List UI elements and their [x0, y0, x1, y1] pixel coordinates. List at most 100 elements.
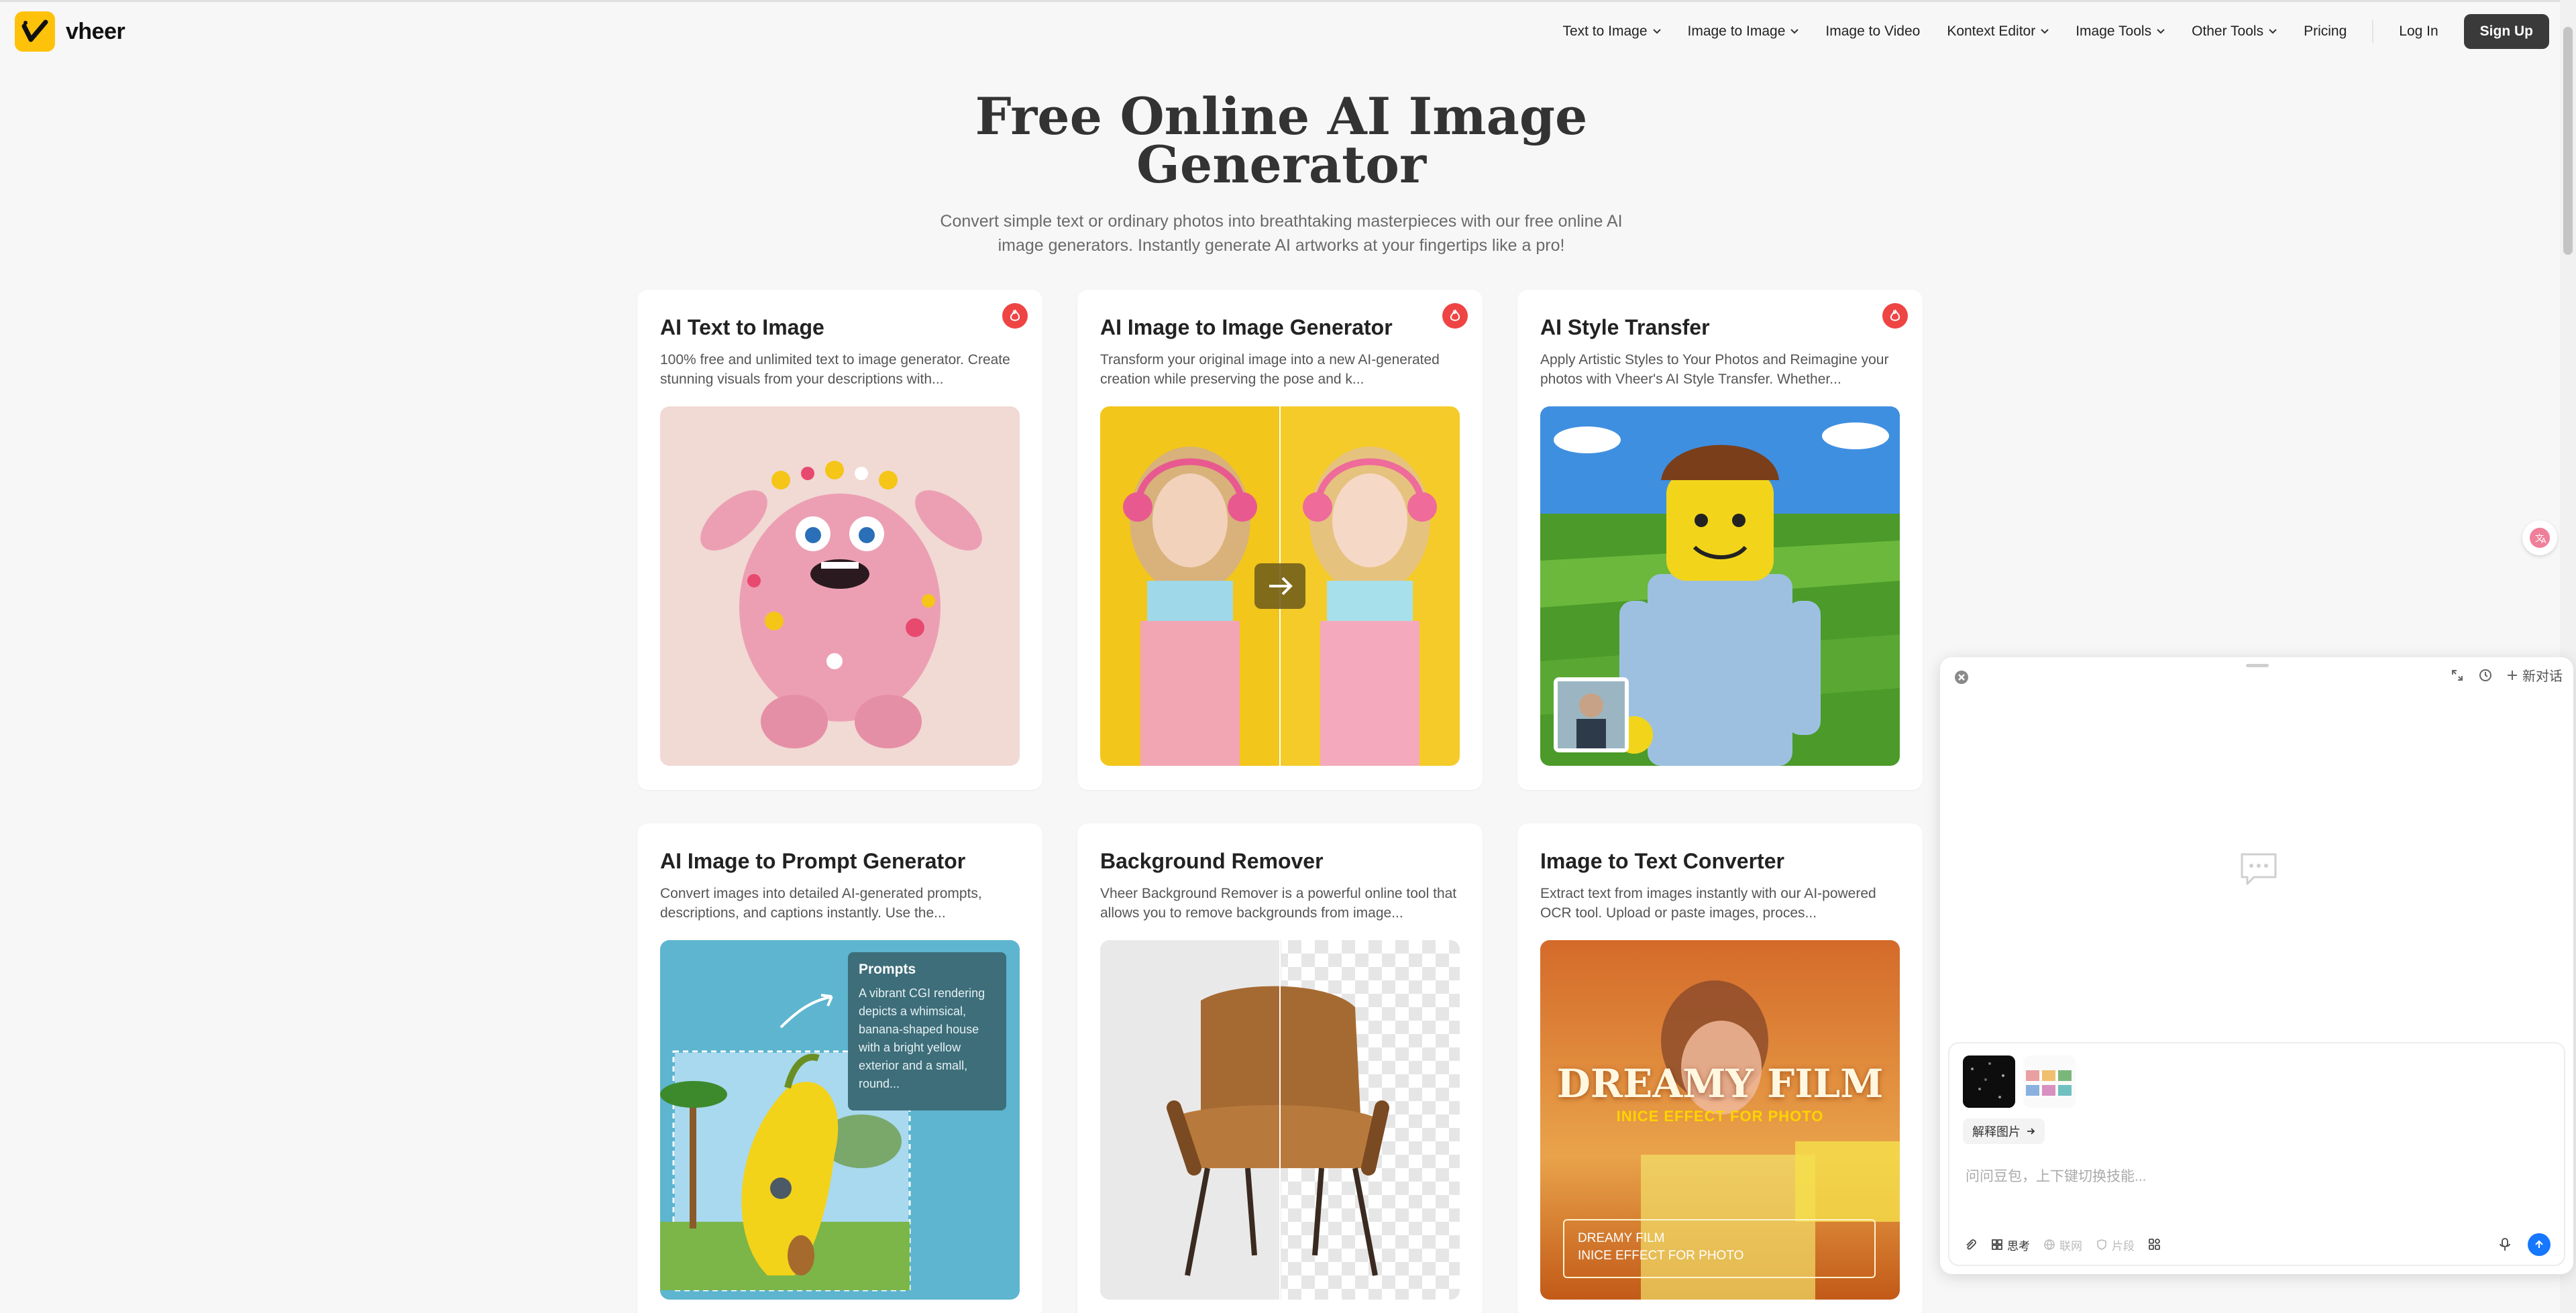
nav-label: Kontext Editor — [1947, 23, 2036, 39]
nav-label: Image Tools — [2076, 23, 2152, 39]
think-toggle[interactable]: 思考 — [1991, 1237, 2030, 1253]
svg-text:A: A — [2541, 536, 2546, 545]
chat-toolbar: 思考 联网 片段 — [1963, 1233, 2551, 1257]
web-search-toggle[interactable]: 联网 — [2043, 1237, 2082, 1253]
nav-image-to-video[interactable]: Image to Video — [1825, 23, 1920, 40]
nav-image-tools[interactable]: Image Tools — [2076, 23, 2165, 40]
nav-other-tools[interactable]: Other Tools — [2192, 23, 2277, 40]
dreamy-film-image: DREAMY FILM INICE EFFECT FOR PHOTO DREAM… — [1540, 940, 1900, 1300]
prompt-overlay-heading: Prompts — [859, 962, 916, 977]
nav-label: Text to Image — [1562, 23, 1648, 39]
card-description: Convert images into detailed AI-generate… — [660, 886, 982, 921]
hot-badge-icon — [1442, 303, 1468, 329]
translate-icon: 文 A — [2530, 528, 2550, 548]
card-description: Extract text from images instantly with … — [1540, 886, 1876, 921]
translate-float-button[interactable]: 文 A — [2522, 520, 2557, 555]
tool-card-image-to-image[interactable]: AI Image to Image Generator Transform yo… — [1077, 290, 1483, 790]
new-chat-button[interactable]: 新对话 — [2506, 665, 2563, 685]
paperclip-icon[interactable] — [1963, 1237, 1978, 1252]
brand-name: vheer — [66, 18, 125, 44]
nav-kontext-editor[interactable]: Kontext Editor — [1947, 23, 2049, 40]
empty-chat-icon — [2241, 853, 2277, 885]
explain-image-label: 解释图片 — [1972, 1125, 2021, 1139]
prompt-overlay-card: Prompts A vibrant CGI rendering depicts … — [848, 952, 1006, 1110]
banana-house-image: Prompts A vibrant CGI rendering depicts … — [660, 940, 1020, 1300]
nav-pricing[interactable]: Pricing — [2304, 23, 2347, 40]
grid-icon — [1992, 1239, 2002, 1250]
nav-label: Other Tools — [2192, 23, 2264, 39]
web-search-label: 联网 — [2059, 1239, 2082, 1253]
ocr-line: INICE EFFECT FOR PHOTO — [1578, 1249, 1744, 1263]
microphone-icon[interactable] — [2498, 1237, 2512, 1252]
globe-icon — [2044, 1239, 2055, 1250]
prompt-overlay-body: A vibrant CGI rendering depicts a whimsi… — [859, 986, 985, 1090]
arrow-right-icon — [2027, 1128, 2035, 1135]
tool-card-background-remover[interactable]: Background Remover Vheer Background Remo… — [1077, 823, 1483, 1313]
drag-handle[interactable] — [2246, 664, 2269, 667]
page-title: Free Online AI Image Generator — [872, 91, 1690, 190]
plus-icon — [2508, 670, 2517, 680]
think-label: 思考 — [2007, 1239, 2030, 1253]
signup-button[interactable]: Sign Up — [2463, 14, 2549, 49]
shield-icon — [2097, 1239, 2106, 1250]
nav-text-to-image[interactable]: Text to Image — [1562, 23, 1661, 40]
arrow-up-icon — [2535, 1240, 2543, 1248]
chevron-down-icon — [2041, 29, 2049, 34]
card-description: 100% free and unlimited text to image ge… — [660, 352, 1010, 387]
top-navbar: vheer Text to Image Image to Image Image… — [0, 0, 2576, 59]
chevron-down-icon — [1790, 29, 1799, 34]
tool-card-style-transfer[interactable]: AI Style Transfer Apply Artistic Styles … — [1517, 290, 1923, 790]
card-title: AI Text to Image — [660, 315, 824, 339]
send-button[interactable] — [2528, 1233, 2551, 1256]
close-icon[interactable] — [1953, 669, 1970, 685]
main-nav: Text to Image Image to Image Image to Vi… — [1536, 14, 2549, 49]
nav-label: Image to Image — [1687, 23, 1786, 39]
card-title: Background Remover — [1100, 849, 1324, 873]
card-description: Vheer Background Remover is a powerful o… — [1100, 886, 1457, 921]
attachment-thumbnail[interactable] — [1963, 1055, 2015, 1108]
tool-card-image-to-prompt[interactable]: AI Image to Prompt Generator Convert ima… — [637, 823, 1042, 1313]
scrollbar-thumb[interactable] — [2563, 27, 2573, 255]
assistant-chat-panel: 新对话 解释图片 问问豆包，上下键切换技能... 思考 联网 片段 — [1940, 657, 2573, 1274]
ocr-result-box: DREAMY FILM INICE EFFECT FOR PHOTO — [1563, 1219, 1876, 1278]
brand-logo[interactable]: vheer — [15, 11, 125, 52]
nav-divider — [2372, 20, 2374, 43]
dreamy-subtitle-text: INICE EFFECT FOR PHOTO — [1616, 1108, 1824, 1125]
lego-man-image — [1540, 406, 1900, 766]
card-description: Transform your original image into a new… — [1100, 352, 1440, 387]
tool-card-text-to-image[interactable]: AI Text to Image 100% free and unlimited… — [637, 290, 1042, 790]
card-title: AI Image to Image Generator — [1100, 315, 1393, 339]
card-title: AI Style Transfer — [1540, 315, 1710, 339]
history-icon[interactable] — [2478, 668, 2493, 683]
login-link[interactable]: Log In — [2399, 23, 2438, 40]
ocr-line: DREAMY FILM — [1578, 1231, 1665, 1245]
leather-chair-image — [1100, 940, 1460, 1300]
chevron-down-icon — [2269, 29, 2277, 34]
pink-monster-image — [660, 406, 1020, 766]
explain-image-chip[interactable]: 解释图片 — [1963, 1119, 2045, 1144]
expand-icon[interactable] — [2450, 668, 2465, 683]
apps-icon[interactable] — [2148, 1238, 2161, 1251]
chat-header-tools: 新对话 — [2450, 665, 2563, 685]
title-line: Generator — [1136, 135, 1426, 194]
girl-before-after-image — [1100, 406, 1460, 766]
new-chat-label: 新对话 — [2522, 669, 2563, 684]
hot-badge-icon — [1002, 303, 1028, 329]
chat-input-area[interactable]: 解释图片 问问豆包，上下键切换技能... 思考 联网 片段 — [1948, 1042, 2565, 1266]
chat-send-group — [2498, 1233, 2551, 1256]
nav-image-to-image[interactable]: Image to Image — [1688, 23, 1799, 40]
hot-badge-icon — [1882, 303, 1908, 329]
chevron-down-icon — [1652, 29, 1661, 34]
nav-label: Pricing — [2304, 23, 2347, 39]
attachment-thumbnail[interactable] — [2023, 1055, 2076, 1108]
tool-card-image-to-text[interactable]: Image to Text Converter Extract text fro… — [1517, 823, 1923, 1313]
page-subtitle: Convert simple text or ordinary photos i… — [940, 212, 1623, 255]
card-description: Apply Artistic Styles to Your Photos and… — [1540, 352, 1889, 387]
dreamy-title-text: DREAMY FILM — [1556, 1061, 1884, 1106]
card-title: AI Image to Prompt Generator — [660, 849, 966, 873]
nav-label: Image to Video — [1825, 23, 1921, 39]
snippet-toggle[interactable]: 片段 — [2096, 1237, 2135, 1253]
chevron-down-icon — [2157, 29, 2165, 34]
chat-input-placeholder[interactable]: 问问豆包，上下键切换技能... — [1966, 1165, 2147, 1186]
snippet-label: 片段 — [2112, 1239, 2135, 1253]
